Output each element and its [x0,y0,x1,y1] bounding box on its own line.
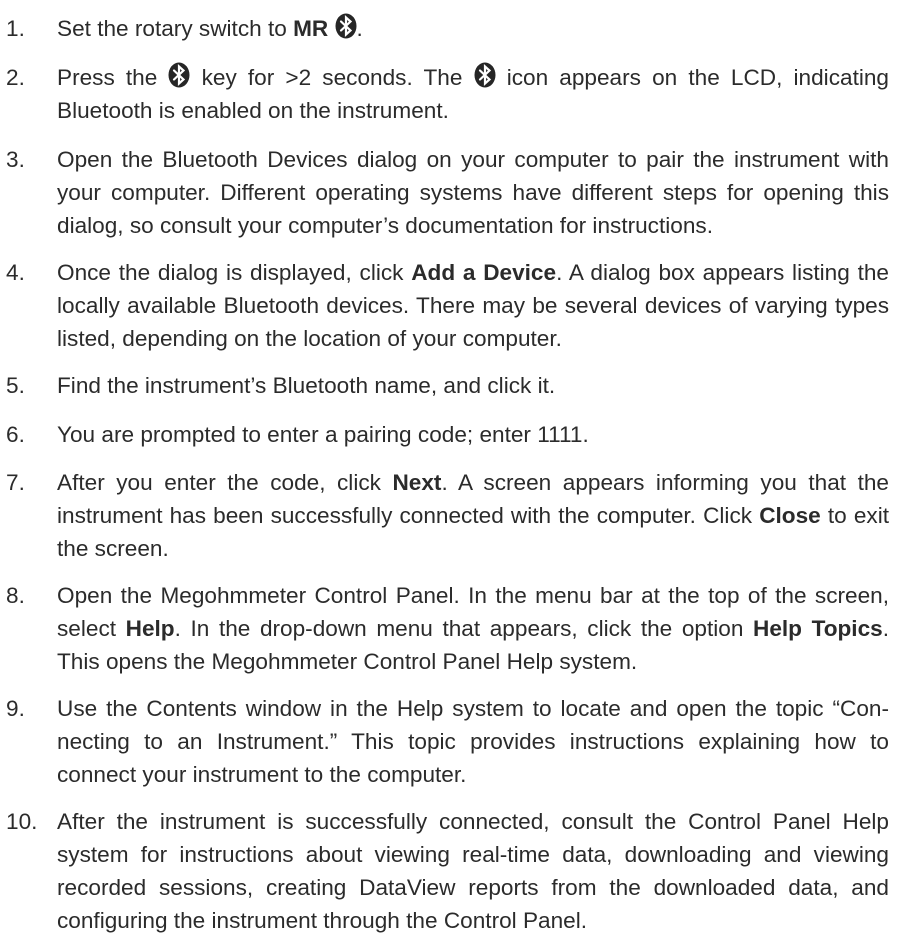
step-number: 7. [6,470,25,495]
text-run: Find the instrument’s Bluetooth name, an… [57,373,556,398]
step-number: 8. [6,583,25,608]
step-text: Press the key for >2 seconds. The icon a… [57,61,889,127]
step-text: You are prompted to enter a pairing code… [57,418,889,451]
text-run: Press the [57,65,169,90]
bold-term: Next [392,470,442,495]
text-run: key for >2 seconds. The [190,65,474,90]
step-text: Use the Contents window in the Help syst… [57,692,889,791]
step-number: 4. [6,260,25,285]
step-text: Open the Bluetooth Devices dialog on you… [57,143,889,242]
step-text: Once the dialog is displayed, click Add … [57,256,889,355]
text-run: . In the drop-down menu that appears, cl… [174,616,754,641]
text-run: Open the Bluetooth Devices dialog on you… [57,147,889,238]
step-number: 9. [6,696,25,721]
step-number: 2. [6,65,25,90]
text-run: . [356,16,363,41]
step-number: 5. [6,373,25,398]
bold-term: MR [293,16,335,41]
step-text: After you enter the code, click Next. A … [57,466,889,565]
text-run: Once the dialog is displayed, click [57,260,412,285]
text-run: You are prompted to enter a pairing code… [57,422,589,447]
step-text: Set the rotary switch to MR . [57,12,889,45]
bluetooth-icon [474,62,496,88]
step-number: 1. [6,16,25,41]
text-run: After you enter the code, click [57,470,393,495]
bold-term: Close [759,503,821,528]
bold-term: Help [125,616,175,641]
bold-term: Add a Device [411,260,557,285]
bluetooth-icon [168,62,190,88]
step-text: Find the instrument’s Bluetooth name, an… [57,369,889,402]
step-text: After the instrument is successfully con… [57,805,889,937]
text-run: After the instrument is successfully con… [57,809,889,933]
text-run: Use the Contents window in the Help syst… [57,696,889,787]
instruction-document: 1. Set the rotary switch to MR . 2. Pres… [0,0,900,933]
bluetooth-icon [335,13,357,39]
step-number: 3. [6,147,25,172]
text-run: Set the rotary switch to [57,16,294,41]
step-number: 6. [6,422,25,447]
step-text: Open the Megohmmeter Control Panel. In t… [57,579,889,678]
step-number: 10. [6,809,38,834]
bold-term: Help Topics [753,616,883,641]
